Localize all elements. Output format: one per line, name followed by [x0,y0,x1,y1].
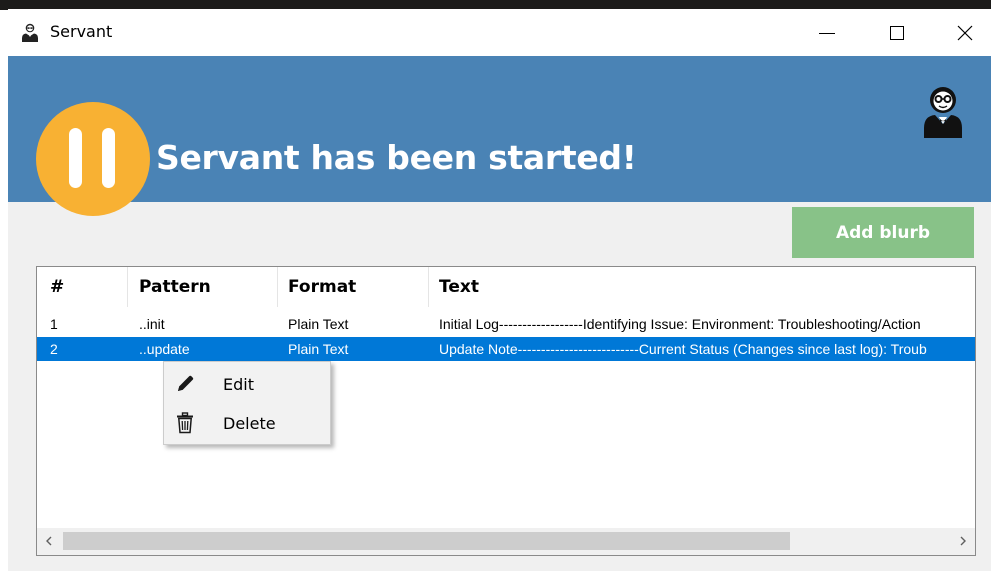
close-icon [957,25,973,41]
list-header: # Pattern Format Text [37,267,975,307]
column-header-text[interactable]: Text [439,267,479,307]
column-divider[interactable] [127,267,128,307]
table-row-selected[interactable]: 2 ..update Plain Text Update Note-------… [37,337,975,361]
row-format: Plain Text [288,341,349,357]
title-bar: Servant [8,9,991,56]
horizontal-scrollbar[interactable] [37,528,975,555]
maximize-icon [890,26,904,40]
minimize-button[interactable] [804,9,850,56]
column-header-format[interactable]: Format [288,267,356,307]
pencil-icon [178,375,194,391]
row-number: 2 [50,341,58,357]
column-header-number[interactable]: # [50,267,64,307]
context-menu-label: Delete [223,414,276,433]
status-banner: Servant has been started! [8,56,991,216]
window-title: Servant [50,22,113,41]
column-divider[interactable] [277,267,278,307]
app-window: Servant Servant has been started! Add bl… [8,9,991,571]
row-text: Update Note--------------------------Cur… [439,341,927,357]
pause-icon[interactable] [36,102,150,216]
context-menu: Edit Delete [163,361,331,445]
row-format: Plain Text [288,316,349,332]
row-text: Initial Log------------------Identifying… [439,316,921,332]
row-pattern: ..init [139,316,165,332]
maximize-button[interactable] [874,9,920,56]
butler-app-icon [22,23,38,42]
column-divider[interactable] [428,267,429,307]
butler-icon [924,87,962,138]
close-button[interactable] [942,9,988,56]
add-blurb-button[interactable]: Add blurb [792,207,974,258]
context-menu-edit[interactable]: Edit [166,365,328,403]
context-menu-delete[interactable]: Delete [166,404,328,442]
scroll-right-icon[interactable] [957,535,969,547]
scrollbar-thumb[interactable] [63,532,790,550]
row-pattern: ..update [139,341,190,357]
column-header-pattern[interactable]: Pattern [139,267,211,307]
status-message: Servant has been started! [156,138,637,177]
minimize-icon [819,33,835,34]
table-row[interactable]: 1 ..init Plain Text Initial Log---------… [37,312,975,336]
scroll-left-icon[interactable] [43,535,55,547]
trash-icon [177,412,193,434]
context-menu-label: Edit [223,375,254,394]
row-number: 1 [50,316,58,332]
